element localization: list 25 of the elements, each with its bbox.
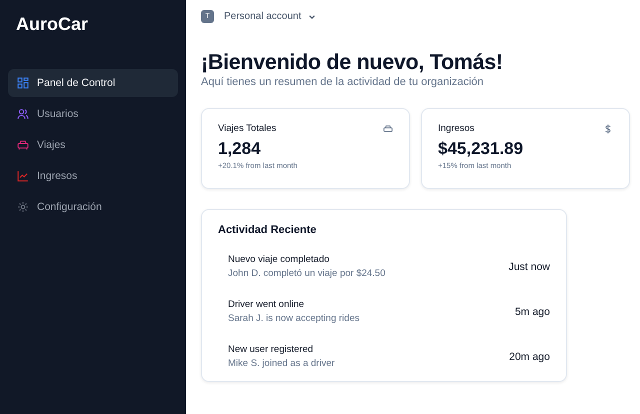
brand-logo: AuroCar bbox=[16, 14, 90, 36]
activity-title: New user registered bbox=[228, 344, 314, 355]
nav-item[interactable]: Ingresos bbox=[8, 162, 178, 190]
activity-title: Nuevo viaje completado bbox=[228, 254, 330, 265]
stat-value: $45,231.89 bbox=[438, 139, 524, 159]
page-heading: ¡Bienvenido de nuevo, Tomás! bbox=[201, 50, 504, 75]
nav-item[interactable]: Usuarios bbox=[8, 100, 178, 128]
stat-title: Viajes Totales bbox=[218, 123, 276, 134]
stat-title: Ingresos bbox=[438, 123, 474, 134]
page-subheading: Aquí tienes un resumen de la actividad de tu organización bbox=[201, 76, 485, 88]
nav-item[interactable]: Viajes bbox=[8, 131, 178, 159]
car-icon bbox=[383, 124, 393, 134]
chevron-down-icon bbox=[308, 12, 316, 20]
activity-detail: John D. completó un viaje por $24.50 bbox=[228, 268, 386, 279]
activity-detail: Sarah J. is now accepting rides bbox=[228, 313, 360, 324]
activity-time: 5m ago bbox=[514, 306, 550, 318]
activity-time: 20m ago bbox=[509, 350, 550, 362]
dollar-icon bbox=[603, 124, 613, 134]
nav-item[interactable]: Panel de Control bbox=[8, 69, 178, 97]
activity-detail: Mike S. joined as a driver bbox=[228, 358, 335, 369]
activity-time: Just now bbox=[508, 260, 550, 272]
card-title: Actividad Reciente bbox=[218, 224, 318, 236]
stat-value: 1,284 bbox=[218, 139, 262, 159]
activity-title: Driver went online bbox=[228, 299, 306, 310]
nav-item[interactable]: Configuración bbox=[8, 193, 178, 221]
